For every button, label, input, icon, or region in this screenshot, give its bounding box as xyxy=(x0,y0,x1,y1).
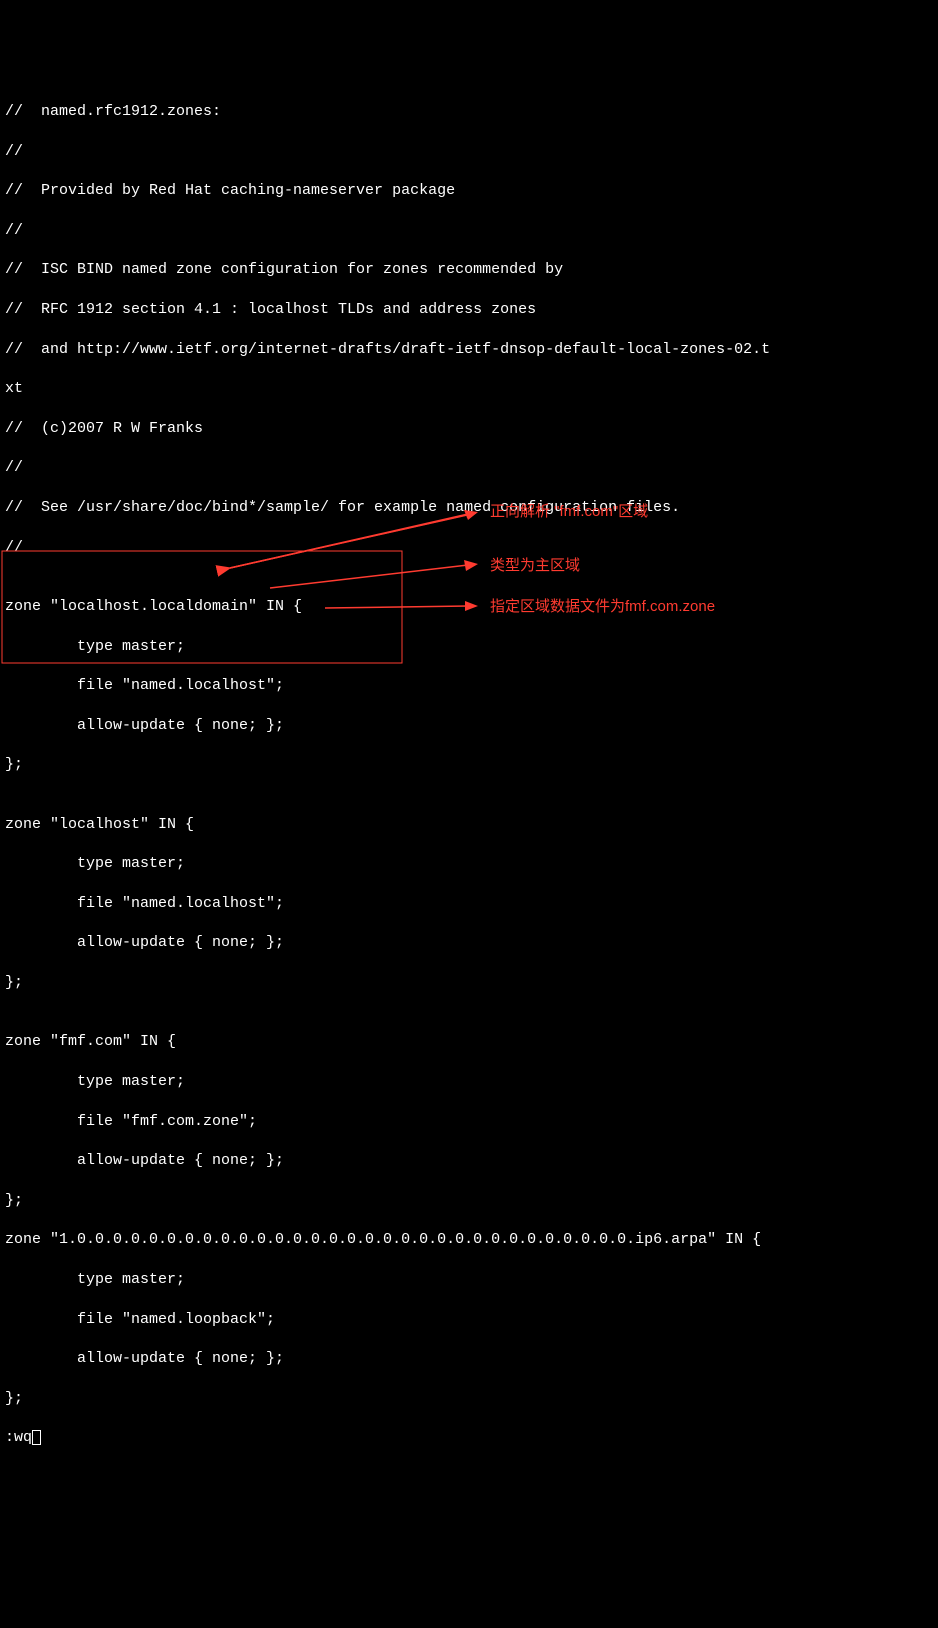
annotation-label-1: 正向解析 "fmf.com"区域 xyxy=(490,502,648,522)
code-line: }; xyxy=(5,973,933,993)
code-line: zone "1.0.0.0.0.0.0.0.0.0.0.0.0.0.0.0.0.… xyxy=(5,1230,933,1250)
code-line: file "named.localhost"; xyxy=(5,894,933,914)
code-line: allow-update { none; }; xyxy=(5,716,933,736)
annotation-label-3: 指定区域数据文件为fmf.com.zone xyxy=(490,597,715,617)
code-line: }; xyxy=(5,1191,933,1211)
code-line: }; xyxy=(5,1389,933,1409)
code-line: // and http://www.ietf.org/internet-draf… xyxy=(5,340,933,360)
code-line: type master; xyxy=(5,637,933,657)
code-line: // named.rfc1912.zones: xyxy=(5,102,933,122)
terminal-content[interactable]: // named.rfc1912.zones: // // Provided b… xyxy=(5,82,933,1468)
code-line: type master; xyxy=(5,1270,933,1290)
code-line: zone "fmf.com" IN { xyxy=(5,1032,933,1052)
code-line: allow-update { none; }; xyxy=(5,1151,933,1171)
code-line: // xyxy=(5,458,933,478)
code-line: allow-update { none; }; xyxy=(5,933,933,953)
code-line: zone "localhost.localdomain" IN { xyxy=(5,597,933,617)
code-line: type master; xyxy=(5,1072,933,1092)
annotation-label-2: 类型为主区域 xyxy=(490,556,580,576)
code-line: file "named.localhost"; xyxy=(5,676,933,696)
code-line: // See /usr/share/doc/bind*/sample/ for … xyxy=(5,498,933,518)
cursor-icon xyxy=(32,1430,41,1445)
code-line: // xyxy=(5,142,933,162)
code-line: // Provided by Red Hat caching-nameserve… xyxy=(5,181,933,201)
code-line: // xyxy=(5,538,933,558)
code-line: // (c)2007 R W Franks xyxy=(5,419,933,439)
code-line: allow-update { none; }; xyxy=(5,1349,933,1369)
code-line: zone "localhost" IN { xyxy=(5,815,933,835)
code-line: xt xyxy=(5,379,933,399)
code-line: file "fmf.com.zone"; xyxy=(5,1112,933,1132)
vim-command-line[interactable]: :wq xyxy=(5,1428,933,1448)
vim-command-text: :wq xyxy=(5,1429,32,1446)
code-line: type master; xyxy=(5,854,933,874)
code-line: // xyxy=(5,221,933,241)
code-line: file "named.loopback"; xyxy=(5,1310,933,1330)
code-line: // ISC BIND named zone configuration for… xyxy=(5,260,933,280)
code-line: }; xyxy=(5,755,933,775)
code-line: // RFC 1912 section 4.1 : localhost TLDs… xyxy=(5,300,933,320)
